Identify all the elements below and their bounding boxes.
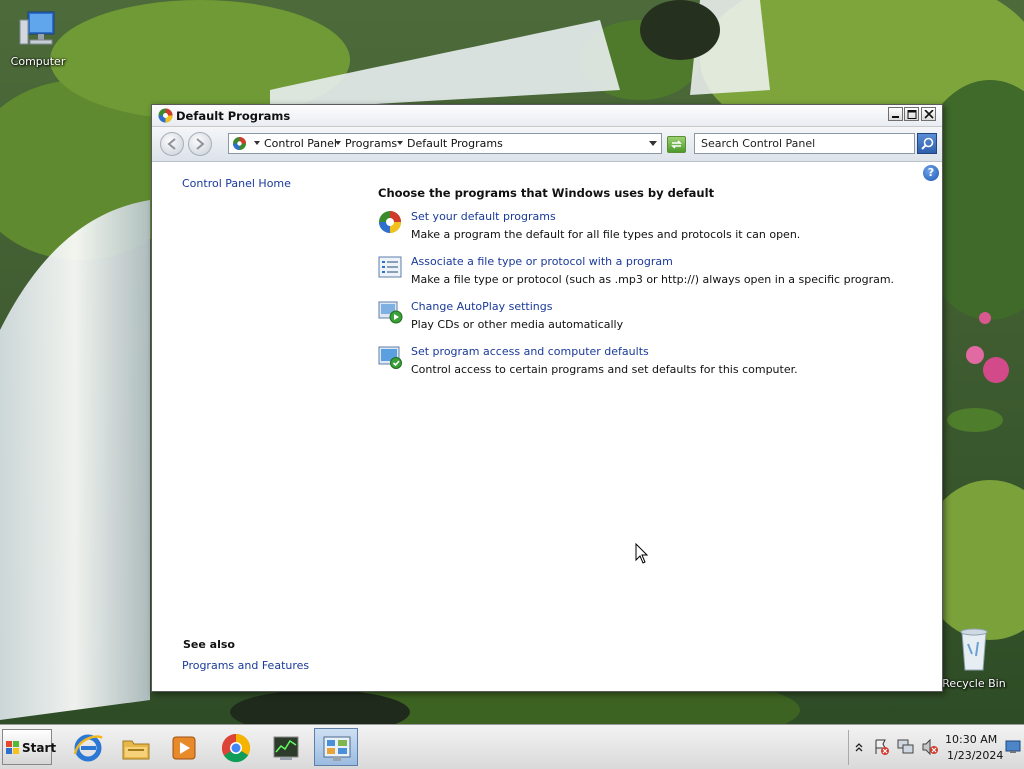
programs-and-features-link[interactable]: Programs and Features bbox=[182, 659, 309, 672]
search-placeholder: Search Control Panel bbox=[701, 137, 816, 150]
breadcrumb-separator-icon bbox=[335, 141, 341, 145]
default-programs-icon bbox=[158, 108, 173, 123]
page-heading: Choose the programs that Windows uses by… bbox=[378, 186, 715, 200]
taskbar-internet-explorer[interactable] bbox=[66, 728, 110, 766]
media-player-icon bbox=[172, 736, 196, 760]
control-panel-icon bbox=[323, 736, 351, 761]
mouse-cursor-icon bbox=[635, 543, 649, 564]
show-desktop-icon[interactable] bbox=[1005, 740, 1021, 754]
network-icon[interactable] bbox=[897, 738, 915, 756]
file-explorer-icon bbox=[122, 740, 150, 760]
address-history-dropdown-icon[interactable] bbox=[649, 141, 657, 146]
chrome-icon bbox=[221, 734, 250, 763]
control-panel-icon bbox=[233, 137, 246, 150]
minimize-icon bbox=[892, 116, 899, 118]
start-label: Start bbox=[22, 741, 57, 755]
address-bar[interactable]: Control Panel Programs Default Programs bbox=[228, 133, 662, 154]
taskbar: Start 10:30 AM 1/23/2024 bbox=[0, 724, 1024, 769]
desktop-icon-label: Computer bbox=[10, 55, 66, 68]
forward-arrow-icon bbox=[196, 138, 205, 150]
internet-explorer-icon bbox=[73, 734, 103, 762]
task-description: Play CDs or other media automatically bbox=[411, 318, 624, 331]
computer-icon bbox=[19, 11, 55, 45]
breadcrumb-default-programs[interactable]: Default Programs bbox=[407, 137, 503, 150]
clock-time[interactable]: 10:30 AM bbox=[945, 733, 997, 746]
search-icon bbox=[921, 137, 934, 150]
maximize-icon bbox=[907, 110, 917, 119]
recycle-bin-icon bbox=[960, 628, 988, 671]
refresh-icon bbox=[671, 140, 682, 149]
desktop-icon-recycle-bin[interactable]: Recycle Bin bbox=[934, 624, 1014, 690]
action-center-flag-icon[interactable] bbox=[873, 738, 891, 756]
taskbar-chrome[interactable] bbox=[214, 728, 258, 766]
see-also-heading: See also bbox=[183, 638, 235, 651]
navigation-bar: Control Panel Programs Default Programs … bbox=[152, 127, 942, 162]
taskbar-task-manager[interactable] bbox=[264, 728, 308, 766]
volume-muted-icon[interactable] bbox=[921, 738, 939, 756]
default-programs-window: Default Programs Control Panel Programs … bbox=[151, 104, 943, 692]
system-tray: 10:30 AM 1/23/2024 bbox=[848, 730, 1023, 765]
start-button[interactable]: Start bbox=[2, 729, 56, 765]
task-associate-file-type: Associate a file type or protocol with a… bbox=[377, 254, 897, 290]
task-program-access: Set program access and computer defaults… bbox=[377, 344, 897, 380]
help-icon[interactable]: ? bbox=[923, 165, 939, 181]
autoplay-icon bbox=[378, 301, 403, 324]
refresh-button[interactable] bbox=[667, 136, 686, 153]
task-description: Control access to certain programs and s… bbox=[411, 363, 798, 376]
show-hidden-icons-icon[interactable] bbox=[855, 742, 863, 752]
minimize-button[interactable] bbox=[888, 107, 903, 121]
forward-button[interactable] bbox=[188, 132, 212, 156]
program-access-link[interactable]: Set program access and computer defaults bbox=[411, 345, 649, 358]
back-arrow-icon bbox=[167, 138, 176, 150]
task-description: Make a program the default for all file … bbox=[411, 228, 801, 241]
desktop-icon-label: Recycle Bin bbox=[942, 677, 1006, 690]
breadcrumb-separator-icon bbox=[254, 141, 260, 145]
task-manager-icon bbox=[273, 736, 299, 760]
set-default-programs-link[interactable]: Set your default programs bbox=[411, 210, 556, 223]
taskbar-control-panel[interactable] bbox=[314, 728, 358, 766]
close-icon bbox=[924, 110, 934, 119]
window-title: Default Programs bbox=[176, 109, 291, 123]
back-button[interactable] bbox=[160, 132, 184, 156]
breadcrumb-separator-icon bbox=[397, 141, 403, 145]
task-set-default-programs: Set your default programs Make a program… bbox=[377, 209, 897, 245]
task-change-autoplay: Change AutoPlay settings Play CDs or oth… bbox=[377, 299, 897, 335]
default-programs-icon bbox=[379, 211, 401, 233]
taskbar-media-player[interactable] bbox=[162, 728, 206, 766]
close-button[interactable] bbox=[921, 107, 936, 121]
file-association-icon bbox=[378, 256, 402, 278]
associate-file-type-link[interactable]: Associate a file type or protocol with a… bbox=[411, 255, 673, 268]
title-bar[interactable]: Default Programs bbox=[152, 105, 942, 127]
program-access-icon bbox=[378, 346, 402, 369]
windows-logo-icon bbox=[6, 741, 19, 754]
clock-date[interactable]: 1/23/2024 bbox=[947, 749, 1003, 762]
control-panel-home-link[interactable]: Control Panel Home bbox=[182, 177, 291, 190]
search-input[interactable]: Search Control Panel bbox=[694, 133, 915, 154]
breadcrumb-programs[interactable]: Programs bbox=[345, 137, 397, 150]
taskbar-file-explorer[interactable] bbox=[114, 728, 158, 766]
desktop-icon-computer[interactable]: Computer bbox=[0, 8, 78, 68]
breadcrumb-control-panel[interactable]: Control Panel bbox=[264, 137, 337, 150]
content-area: ? Control Panel Home Choose the programs… bbox=[152, 162, 942, 691]
change-autoplay-link[interactable]: Change AutoPlay settings bbox=[411, 300, 552, 313]
search-button[interactable] bbox=[917, 133, 937, 154]
maximize-button[interactable] bbox=[904, 107, 919, 121]
task-description: Make a file type or protocol (such as .m… bbox=[411, 273, 895, 286]
